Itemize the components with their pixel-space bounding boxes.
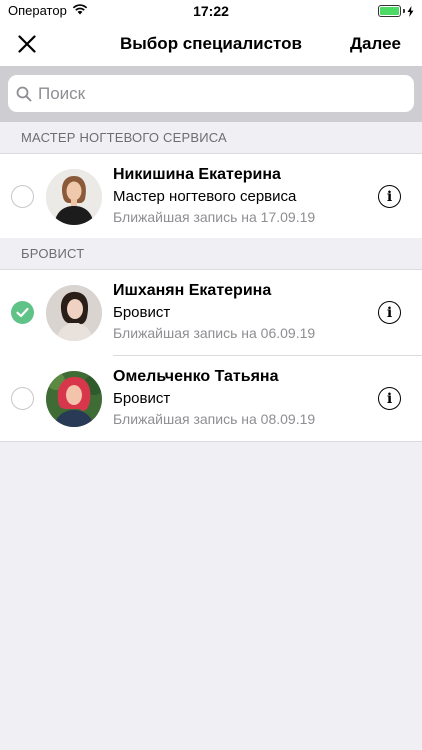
close-icon — [18, 35, 36, 53]
specialist-row[interactable]: Ишханян Екатерина Бровист Ближайшая запи… — [0, 270, 422, 356]
battery-icon — [378, 5, 414, 17]
specialist-role: Мастер ногтевого сервиса — [113, 188, 297, 205]
specialist-name: Омельченко Татьяна — [113, 368, 279, 385]
checkmark-icon — [16, 307, 29, 318]
info-icon: i — [386, 390, 393, 407]
section-header-nail-master: МАСТЕР НОГТЕВОГО СЕРВИСА — [0, 122, 422, 154]
status-bar: Оператор 17:22 — [0, 0, 422, 22]
selection-radio-checked[interactable] — [11, 301, 34, 324]
specialist-role: Бровист — [113, 390, 171, 407]
search-field-container[interactable] — [8, 75, 414, 112]
charging-bolt-icon — [407, 5, 414, 17]
avatar — [46, 285, 102, 341]
divider — [0, 441, 422, 442]
specialist-name: Ишханян Екатерина — [113, 282, 272, 299]
selection-radio[interactable] — [11, 387, 34, 410]
close-button[interactable] — [12, 30, 42, 58]
search-bar — [0, 66, 422, 122]
info-icon: i — [386, 304, 393, 321]
avatar — [46, 169, 102, 225]
info-button[interactable]: i — [378, 301, 401, 324]
section-header-browist: БРОВИСТ — [0, 238, 422, 270]
search-icon — [16, 86, 32, 101]
next-appointment: Ближайшая запись на 08.09.19 — [113, 411, 316, 427]
specialist-row[interactable]: Никишина Екатерина Мастер ногтевого серв… — [0, 154, 422, 240]
info-button[interactable]: i — [378, 185, 401, 208]
avatar — [46, 371, 102, 427]
status-time: 17:22 — [193, 3, 229, 19]
navigation-bar: Выбор специалистов Далее — [0, 22, 422, 66]
next-appointment: Ближайшая запись на 06.09.19 — [113, 325, 316, 341]
info-button[interactable]: i — [378, 387, 401, 410]
selection-radio[interactable] — [11, 185, 34, 208]
search-input[interactable] — [38, 83, 398, 104]
info-icon: i — [386, 188, 393, 205]
next-button[interactable]: Далее — [350, 34, 401, 54]
specialist-row[interactable]: Омельченко Татьяна Бровист Ближайшая зап… — [0, 356, 422, 442]
specialist-name: Никишина Екатерина — [113, 166, 281, 183]
next-appointment: Ближайшая запись на 17.09.19 — [113, 209, 316, 225]
specialist-role: Бровист — [113, 304, 171, 321]
